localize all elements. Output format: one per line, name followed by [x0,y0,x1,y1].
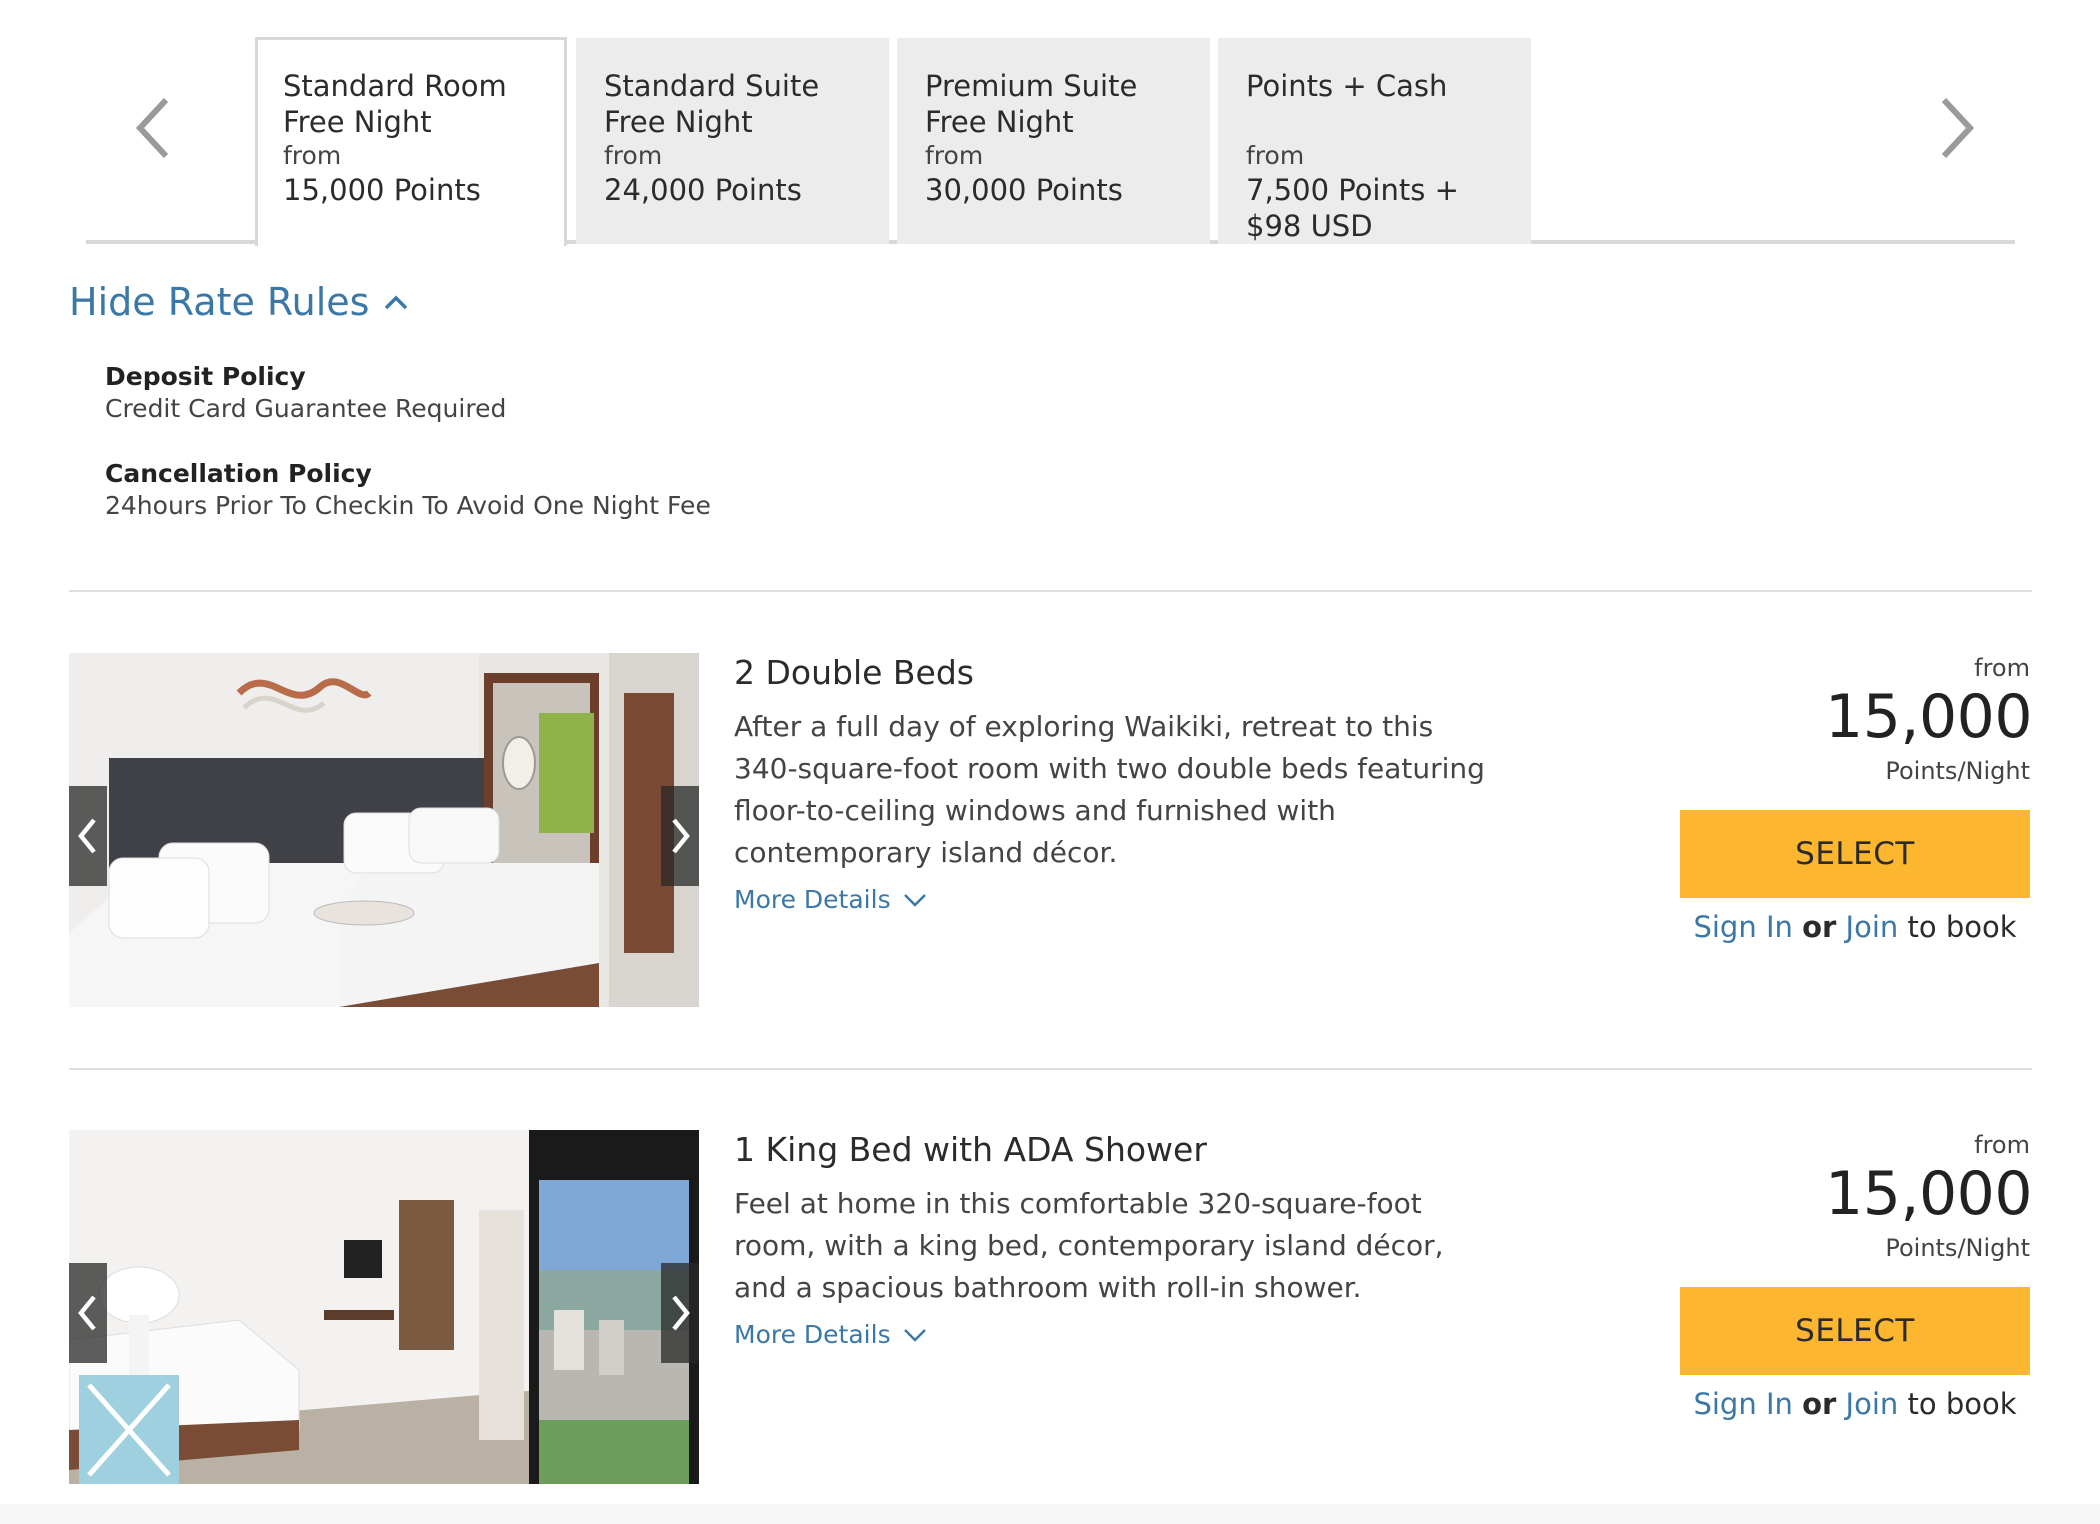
chevron-down-icon [903,893,926,907]
tab-points-plus-cash[interactable]: Points + Cash from 7,500 Points + $98 US… [1218,38,1531,244]
tab-price: 24,000 Points [604,173,802,207]
chevron-right-icon [672,818,690,854]
photo-next-button[interactable] [661,786,699,886]
section-divider [69,590,2032,592]
room-photo-king-bed [69,1130,699,1484]
photo-prev-button[interactable] [69,1263,107,1363]
sign-in-link[interactable]: Sign In [1693,910,1792,944]
section-divider [69,1068,2032,1070]
room-description: Feel at home in this comfortable 320-squ… [734,1187,1444,1304]
tab-standard-suite-free-night[interactable]: Standard Suite Free Night from 24,000 Po… [576,38,889,244]
photo-prev-button[interactable] [69,786,107,886]
select-button[interactable]: SELECT [1680,1287,2030,1375]
tab-price: 30,000 Points [925,173,1123,207]
tab-price: 7,500 Points + [1246,173,1459,207]
room-title: 2 Double Beds [734,653,974,692]
or-text: or [1802,1387,1837,1421]
sign-in-link[interactable]: Sign In [1693,1387,1792,1421]
chevron-down-icon [903,1328,926,1342]
page-bottom-strip [0,1504,2100,1524]
tab-from-label: from [604,141,663,170]
room-photo-image [69,1130,699,1484]
room-photo-image [69,653,699,1007]
more-details-label: More Details [734,1320,891,1349]
join-link[interactable]: Join [1846,1387,1899,1421]
hide-rate-rules-toggle[interactable]: Hide Rate Rules [69,280,409,324]
tab-standard-room-free-night[interactable]: Standard Room Free Night from 15,000 Poi… [255,37,567,246]
cancellation-policy-title: Cancellation Policy [105,459,372,488]
chevron-up-icon [385,295,408,310]
price-unit: Points/Night [1885,757,2030,785]
more-details-link[interactable]: More Details [734,885,927,914]
select-button[interactable]: SELECT [1680,810,2030,898]
tab-from-label: from [1246,141,1305,170]
sign-in-line: Sign In or Join to book [1680,1387,2030,1421]
or-text: or [1802,910,1837,944]
price-unit: Points/Night [1885,1234,2030,1262]
cancellation-policy-text: 24hours Prior To Checkin To Avoid One Ni… [105,491,711,520]
price-from-label: from [1974,654,2030,682]
tab-from-label: from [925,141,984,170]
room-photo-double-beds [69,653,699,1007]
tab-premium-suite-free-night[interactable]: Premium Suite Free Night from 30,000 Poi… [897,38,1210,244]
photo-next-button[interactable] [661,1263,699,1363]
tab-subtitle: Free Night [283,105,432,139]
to-book-text: to book [1907,910,2017,944]
tab-from-label: from [283,141,342,170]
tab-title: Standard Room [283,69,507,103]
tab-price-cash: $98 USD [1246,209,1373,243]
chevron-left-icon [78,818,96,854]
tab-subtitle: Free Night [925,105,1074,139]
room-description: After a full day of exploring Waikiki, r… [734,710,1485,869]
room-price: 15,000 [1825,1159,2032,1229]
more-details-label: More Details [734,885,891,914]
tab-subtitle: Free Night [604,105,753,139]
tab-title: Standard Suite [604,69,820,103]
to-book-text: to book [1907,1387,2017,1421]
sign-in-line: Sign In or Join to book [1680,910,2030,944]
deposit-policy-title: Deposit Policy [105,362,306,391]
join-link[interactable]: Join [1846,910,1899,944]
chevron-right-icon [672,1295,690,1331]
tab-title: Premium Suite [925,69,1138,103]
more-details-link[interactable]: More Details [734,1320,927,1349]
rate-rules-label: Hide Rate Rules [69,280,370,324]
room-title: 1 King Bed with ADA Shower [734,1130,1207,1169]
tabs-prev-arrow-icon[interactable] [126,94,182,162]
price-from-label: from [1974,1131,2030,1159]
tab-price: 15,000 Points [283,173,481,207]
tabs-next-arrow-icon[interactable] [1928,94,1984,162]
tab-subtitle [1246,104,1505,140]
deposit-policy-text: Credit Card Guarantee Required [105,394,507,423]
chevron-left-icon [78,1295,96,1331]
tab-title: Points + Cash [1246,69,1448,103]
room-price: 15,000 [1825,682,2032,752]
